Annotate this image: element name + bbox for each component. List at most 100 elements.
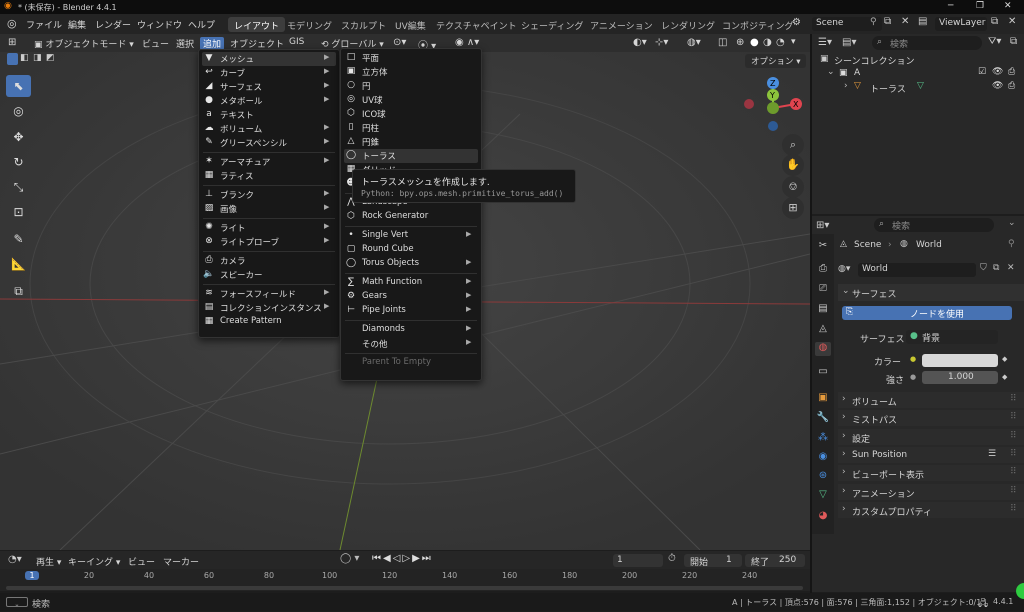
object-tab-icon[interactable]: ▣ [815,392,831,406]
mesh-menu-item[interactable]: ▯ 円柱 [344,121,478,135]
add-menu-item[interactable]: ▨ 画像 ▶ [202,202,336,216]
property-section-header[interactable]: › ボリューム ⠿ [838,392,1024,408]
add-menu-item[interactable]: ▦ Create Pattern [202,315,336,329]
menu-render[interactable]: レンダー [95,18,131,31]
surface-shader-field[interactable]: ● 背景 [906,330,998,344]
add-menu-item[interactable]: ◢ サーフェス ▶ [202,80,336,94]
mesh-menu-item[interactable]: ⬡ Rock Generator [344,210,478,224]
new-scene-icon[interactable]: ⧉ [884,16,891,27]
constraints-tab-icon[interactable]: ⊛ [815,470,831,484]
editor-type-icon[interactable]: ⊞ [8,37,16,50]
annotate-tool-icon[interactable]: ✎ [6,228,31,250]
menu-file[interactable]: ファイル [26,18,62,31]
tab-sculpt[interactable]: スカルプト [335,17,392,32]
display-mode-icon[interactable]: ▤▾ [842,37,856,48]
mesh-menu-item[interactable]: ⊢ Pipe Joints ▶ [344,304,478,318]
add-menu-item[interactable]: ▼ メッシュ ▶ [202,52,336,66]
blender-menu-icon[interactable]: ◎ [7,17,17,30]
strength-field[interactable]: 1.000 [922,371,998,384]
drag-handle-icon[interactable]: ⠿ [1010,486,1017,496]
mesh-menu-item[interactable]: Diamonds ▶ [344,323,478,337]
eye-icon[interactable]: 👁 [992,67,1003,77]
frame-ruler[interactable]: 1 20 40 60 80 100 120 140 160 180 200 220 240 [0,551,810,591]
object-camera-icon[interactable]: ⎙ [1008,81,1015,91]
drag-handle-icon[interactable]: ⠿ [1010,504,1017,514]
overlay-icon[interactable]: ◍▾ [687,37,701,50]
outliner-search-input[interactable]: ⌕ 検索 [872,36,982,50]
data-tab-icon[interactable]: ▽ [815,489,831,503]
select-tool-icon[interactable]: ⬉ [6,75,31,97]
xray-icon[interactable]: ◫ [718,37,727,50]
color-keyframe-icon[interactable]: ◆ [1002,355,1007,363]
scale-tool-icon[interactable]: ⤡ [6,176,31,198]
properties-search-input[interactable]: ⌕ 検索 [874,218,994,232]
solid-shading-icon[interactable]: ● [750,37,759,50]
tab-modeling[interactable]: モデリング [281,17,338,32]
pin-properties-icon[interactable]: ⚲ [1008,239,1015,249]
mesh-menu-item[interactable]: Parent To Empty [344,356,478,370]
minimize-icon[interactable]: ─ [948,1,953,11]
world-browse-icon[interactable]: ◍▾ [838,264,850,274]
duplicate-world-icon[interactable]: ⧉ [993,263,999,273]
add-cube-tool-icon[interactable]: ⧉ [6,280,31,302]
add-menu-item[interactable]: ✎ グリースペンシル ▶ [202,136,336,150]
fake-user-icon[interactable]: ⛉ [980,263,987,273]
drag-handle-icon[interactable]: ⠿ [1010,449,1017,459]
add-menu-item[interactable]: ⎙ カメラ [202,254,336,268]
property-section-header[interactable]: › ビューポート表示 ⠿ [838,465,1024,482]
property-section-header[interactable]: › アニメーション ⠿ [838,483,1024,500]
tab-rendering[interactable]: レンダリング [655,17,721,32]
mesh-data-icon[interactable]: ▽ [917,81,924,91]
add-menu-item[interactable]: ✺ ライト ▶ [202,221,336,235]
material-shading-icon[interactable]: ◑ [763,37,772,50]
tool-tab-icon[interactable]: ✂ [815,240,831,254]
new-viewlayer-icon[interactable]: ⧉ [991,16,998,27]
delete-scene-icon[interactable]: ✕ [901,16,909,27]
mesh-menu-item[interactable]: ▣ 立方体 [344,65,478,79]
mesh-menu-item[interactable]: • Single Vert ▶ [344,229,478,243]
mesh-menu-item[interactable]: ▢ Round Cube [344,243,478,257]
mesh-menu-item[interactable]: ◎ UV球 [344,93,478,107]
add-menu-item[interactable]: ☁ ボリューム ▶ [202,122,336,136]
world-tab-icon[interactable]: ◍ [815,342,831,356]
tab-shading[interactable]: シェーディング [515,17,589,32]
close-icon[interactable]: ✕ [1004,1,1012,11]
mesh-menu-item[interactable]: ◯ トーラス [344,149,478,163]
add-menu-item[interactable]: ▤ コレクションインスタンス ▶ [202,301,336,315]
collection-tab-icon[interactable]: ▭ [815,366,831,380]
navigation-gizmo[interactable]: Z X Y [742,74,808,134]
surface-panel-header[interactable]: ⌄ サーフェス [838,284,1024,301]
camera-icon[interactable]: ⎙ [1008,67,1015,77]
pan-hand-icon[interactable]: ✋ [782,154,804,176]
color-swatch[interactable] [922,354,998,367]
transform-tool-icon[interactable]: ⊡ [6,201,31,223]
menu-window[interactable]: ウィンドウ [137,18,182,31]
use-nodes-button[interactable]: ⎘ ノードを使用 [842,306,1012,320]
mesh-menu-item[interactable]: ⚙ Gears ▶ [344,290,478,304]
material-tab-icon[interactable]: ◕ [815,510,831,524]
new-collection-icon[interactable]: ⧉ [1010,36,1017,47]
tab-texture-paint[interactable]: テクスチャペイント [430,17,523,32]
measure-tool-icon[interactable]: 📐 [6,253,31,275]
select-invert-icon[interactable]: ◩ [46,53,55,63]
pin-icon[interactable]: ⚲ [870,17,877,27]
breadcrumb-world[interactable]: World [916,240,942,250]
collection-row[interactable]: ⌄ ▣ A ☑ 👁 ⎙ [812,67,1024,81]
select-subtract-icon[interactable]: ◨ [33,53,42,63]
delete-viewlayer-icon[interactable]: ✕ [1008,16,1016,27]
menu-select[interactable]: 選択 [176,37,194,50]
mesh-menu-item[interactable]: ⬡ ICO球 [344,107,478,121]
breadcrumb-scene[interactable]: Scene [854,240,881,250]
object-eye-icon[interactable]: 👁 [992,81,1003,91]
move-tool-icon[interactable]: ✥ [6,126,31,148]
world-name-field[interactable]: World [858,263,976,277]
drag-handle-icon[interactable]: ⠿ [1010,412,1017,422]
shading-options-icon[interactable]: ▾ [791,37,796,50]
menu-help[interactable]: ヘルプ [188,18,215,31]
outliner-editor-icon[interactable]: ☰▾ [818,37,832,48]
mesh-menu-item[interactable]: その他 ▶ [344,337,478,351]
options-button[interactable]: オプション ▾ [745,54,807,68]
add-menu-item[interactable]: ⊗ ライトプローブ ▶ [202,235,336,249]
tab-uv-editing[interactable]: UV編集 [389,17,432,32]
mesh-menu-item[interactable]: ◯ Torus Objects ▶ [344,257,478,271]
